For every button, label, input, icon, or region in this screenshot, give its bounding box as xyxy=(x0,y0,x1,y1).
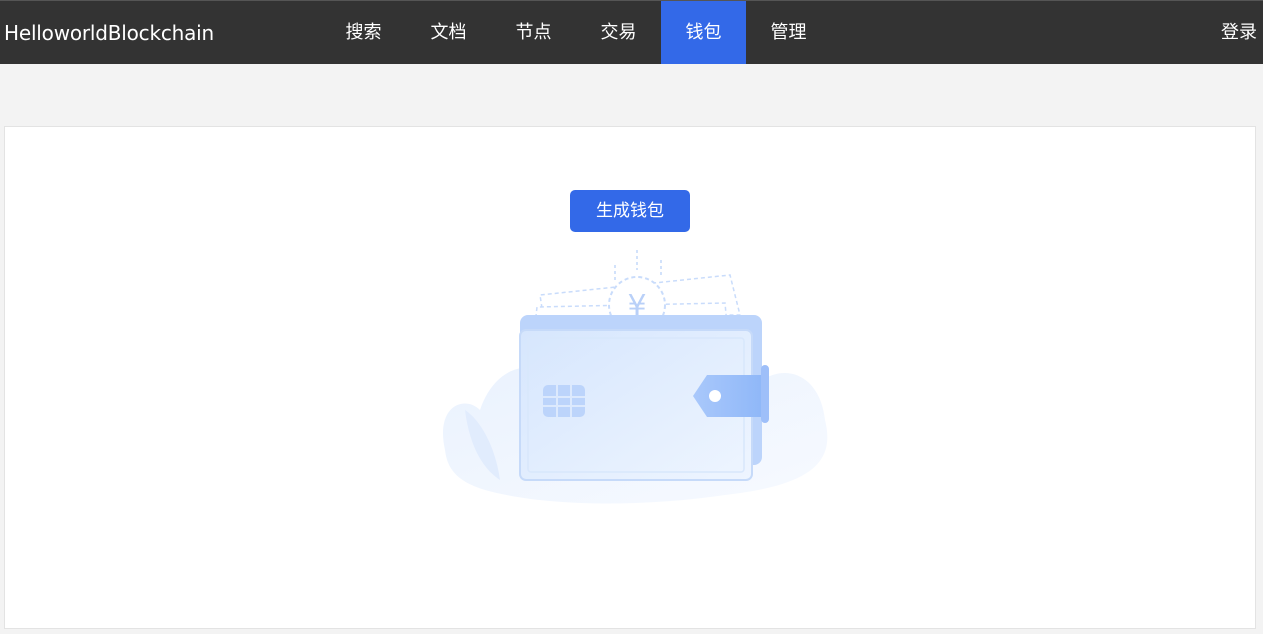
nav-item-admin[interactable]: 管理 xyxy=(746,1,831,64)
nav-item-docs[interactable]: 文档 xyxy=(406,1,491,64)
generate-wallet-button[interactable]: 生成钱包 xyxy=(570,190,690,232)
nav-item-transactions[interactable]: 交易 xyxy=(576,1,661,64)
login-link[interactable]: 登录 xyxy=(1221,1,1257,64)
nav-item-nodes[interactable]: 节点 xyxy=(491,1,576,64)
wallet-panel: 生成钱包 ¥ xyxy=(4,126,1256,629)
nav-item-search[interactable]: 搜索 xyxy=(321,1,406,64)
wallet-icon: ¥ xyxy=(443,250,828,504)
top-navbar: HelloworldBlockchain 搜索 文档 节点 交易 钱包 管理 登… xyxy=(0,0,1263,64)
brand-logo[interactable]: HelloworldBlockchain xyxy=(4,1,214,65)
main-nav: 搜索 文档 节点 交易 钱包 管理 xyxy=(321,1,831,64)
nav-item-wallet[interactable]: 钱包 xyxy=(661,1,746,64)
